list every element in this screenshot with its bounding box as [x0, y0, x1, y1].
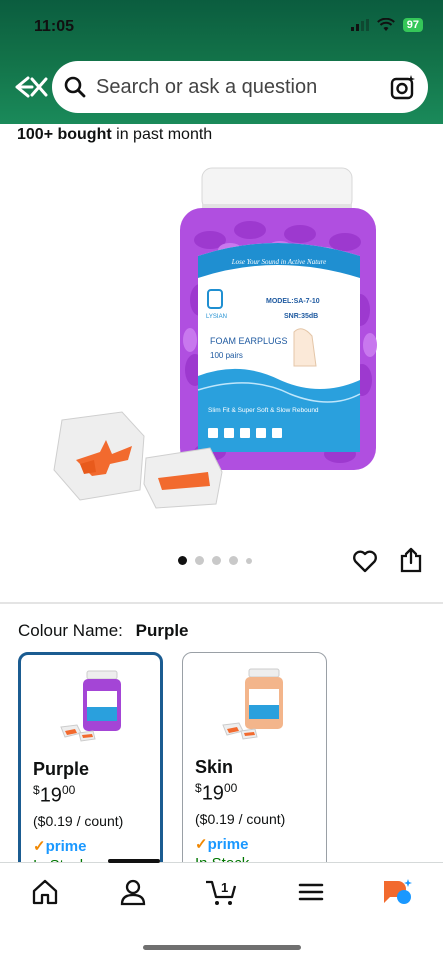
search-icon: [64, 76, 86, 98]
home-indicator: [143, 945, 301, 950]
camera-lens-icon[interactable]: [390, 74, 416, 100]
section-divider: [0, 602, 443, 604]
prime-check-icon: ✓: [195, 836, 208, 853]
earplug-case-2: [143, 447, 223, 509]
back-close-icon[interactable]: [14, 72, 50, 102]
price-dollars: 19: [39, 784, 62, 807]
price-currency: $: [33, 783, 40, 797]
jar-tagline: Slim Fit & Super Soft & Slow Rebound: [208, 407, 319, 414]
variant-thumbnail-skin: [222, 668, 283, 740]
colour-name-label: Colour Name:: [18, 621, 123, 640]
earplug-case-1: [53, 411, 145, 501]
variant-unit-price: ($0.19 / count): [195, 811, 286, 827]
menu-icon[interactable]: [296, 877, 326, 907]
prime-check-icon: ✓: [33, 838, 46, 855]
prime-badge: ✓prime: [195, 836, 249, 853]
search-input[interactable]: Search or ask a question: [96, 76, 390, 99]
wifi-icon: [376, 18, 395, 31]
share-icon[interactable]: [398, 546, 424, 574]
search-bar[interactable]: Search or ask a question: [52, 61, 428, 113]
jar-model: MODEL:SA-7-10: [266, 298, 320, 305]
jar-title: FOAM EARPLUGS: [210, 336, 288, 346]
heart-icon[interactable]: [352, 548, 378, 574]
bought-period: in past month: [116, 126, 213, 143]
variant-price: $1900: [195, 781, 237, 806]
price-currency: $: [195, 781, 202, 795]
variant-name: Skin: [195, 757, 234, 777]
colour-option-purple[interactable]: Purple $1900 ($0.19 / count) ✓prime In S…: [18, 652, 163, 882]
colour-name-row: Colour Name: Purple: [18, 621, 189, 641]
jar-snr: SNR:35dB: [284, 313, 318, 320]
jar-brand-arc: Lose Your Sound in Active Nature: [231, 258, 326, 266]
colour-option-skin[interactable]: Skin $1900 ($0.19 / count) ✓prime In Sto…: [182, 652, 327, 882]
account-icon[interactable]: [118, 877, 148, 907]
bought-count: 100+ bought: [17, 126, 112, 143]
app-header: 11:05 97 Search or ask a question: [0, 0, 443, 124]
variant-name: Purple: [33, 759, 90, 779]
carousel-dot-active[interactable]: [178, 556, 187, 565]
active-tab-indicator: [108, 859, 160, 863]
price-cents: 00: [61, 783, 76, 797]
carousel-dot[interactable]: [246, 557, 252, 564]
svg-text:1: 1: [221, 880, 228, 895]
cart-icon[interactable]: 1: [204, 877, 238, 907]
bottom-nav: 1: [0, 859, 443, 960]
variant-unit-price: ($0.19 / count): [33, 813, 124, 829]
home-icon[interactable]: [30, 877, 60, 907]
rufus-assistant-icon[interactable]: [380, 877, 414, 907]
bought-info: 100+ bought in past month: [17, 126, 212, 144]
battery-indicator: 97: [402, 18, 423, 32]
signal-icon: [350, 19, 369, 31]
jar-count: 100 pairs: [210, 351, 243, 360]
price-cents: 00: [223, 781, 238, 795]
variant-thumbnail-purple: [60, 670, 121, 742]
status-time: 11:05: [34, 18, 75, 35]
jar-brand: LYSIAN: [206, 314, 227, 320]
carousel-dot[interactable]: [229, 556, 238, 565]
carousel-dot[interactable]: [195, 556, 204, 565]
carousel-dot[interactable]: [212, 556, 221, 565]
prime-badge: ✓prime: [33, 838, 87, 855]
status-icons: 97: [350, 18, 423, 32]
price-dollars: 19: [201, 782, 224, 805]
image-carousel-dots[interactable]: [178, 556, 252, 565]
variant-price: $1900: [33, 783, 75, 808]
colour-name-value: Purple: [135, 621, 189, 640]
product-image[interactable]: Lose Your Sound in Active Nature LYSIAN …: [40, 160, 400, 540]
